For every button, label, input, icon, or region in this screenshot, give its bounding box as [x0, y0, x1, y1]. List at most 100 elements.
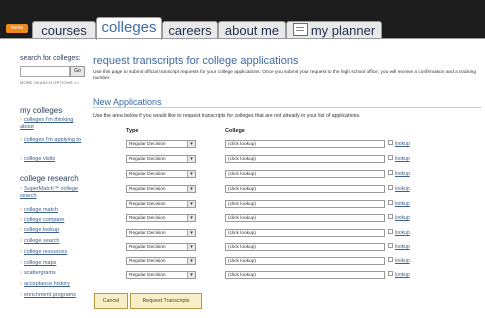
sidebar-link[interactable]: college lookup: [24, 227, 59, 233]
sidebar-link[interactable]: scattergrams: [24, 270, 56, 276]
college-field[interactable]: (click lookup): [225, 214, 385, 222]
sidebar-item-college-resources[interactable]: › college resources: [20, 249, 67, 256]
lookup-link[interactable]: lookup: [388, 229, 410, 237]
lookup-icon: [388, 243, 393, 248]
college-field[interactable]: (click lookup): [225, 243, 385, 251]
type-select[interactable]: Regular Decision ▾: [126, 257, 196, 265]
sidebar-link[interactable]: colleges I'm thinking about: [20, 117, 73, 130]
page-description: Use this page to submit official transcr…: [93, 70, 476, 81]
tab-my-planner[interactable]: my planner: [286, 21, 382, 39]
sidebar-item-enrichment-programs[interactable]: › enrichment programs: [20, 292, 80, 299]
sidebar-item-supermatch[interactable]: › SuperMatch™ college search: [20, 186, 88, 200]
lookup-link[interactable]: lookup: [388, 170, 410, 178]
lookup-label: lookup: [395, 171, 410, 177]
column-header-type: Type: [126, 128, 139, 134]
type-select[interactable]: Regular Decision ▾: [126, 243, 196, 251]
type-select[interactable]: Regular Decision ▾: [126, 170, 196, 178]
sidebar-link[interactable]: enrichment programs: [24, 292, 76, 298]
arrow-icon: ›: [20, 292, 22, 298]
type-select-value: Regular Decision: [129, 172, 166, 177]
lookup-icon: [388, 214, 393, 219]
sidebar-link[interactable]: college match: [24, 207, 58, 213]
lookup-link[interactable]: lookup: [388, 185, 410, 193]
lookup-link[interactable]: lookup: [388, 200, 410, 208]
lookup-link[interactable]: lookup: [388, 243, 410, 251]
chevron-down-icon: ▾: [187, 215, 195, 221]
go-button[interactable]: Go: [70, 66, 85, 77]
sidebar-item-applying-to[interactable]: › colleges I'm applying to: [20, 137, 88, 144]
arrow-icon: ›: [20, 207, 22, 213]
sidebar-item-scattergrams[interactable]: › scattergrams: [20, 270, 56, 277]
cancel-button[interactable]: Cancel: [94, 293, 128, 309]
tab-colleges[interactable]: colleges: [96, 17, 162, 40]
arrow-icon: ›: [20, 260, 22, 266]
tab-about-me[interactable]: about me: [218, 21, 286, 39]
sidebar-item-thinking-about[interactable]: › colleges I'm thinking about: [20, 117, 88, 131]
chevron-down-icon: ▾: [187, 244, 195, 250]
type-select[interactable]: Regular Decision ▾: [126, 271, 196, 279]
more-search-options-link[interactable]: MORE SEARCH OPTIONS >>: [20, 80, 79, 85]
lookup-link[interactable]: lookup: [388, 257, 410, 265]
sidebar-item-college-match[interactable]: › college match: [20, 207, 58, 214]
type-select-value: Regular Decision: [129, 231, 166, 236]
college-search-input[interactable]: [20, 66, 70, 77]
college-field[interactable]: (click lookup): [225, 257, 385, 265]
college-field[interactable]: (click lookup): [225, 140, 385, 148]
sidebar-link[interactable]: college search: [24, 238, 59, 244]
sidebar-link[interactable]: college visits: [24, 156, 55, 162]
sidebar-item-acceptance-history[interactable]: › acceptance history: [20, 281, 70, 288]
tab-courses[interactable]: courses: [32, 21, 96, 39]
college-field[interactable]: (click lookup): [225, 229, 385, 237]
lookup-icon: [388, 185, 393, 190]
sidebar-link[interactable]: acceptance history: [24, 281, 70, 287]
type-select-value: Regular Decision: [129, 142, 166, 147]
type-select-value: Regular Decision: [129, 273, 166, 278]
sidebar-link[interactable]: college resources: [24, 249, 67, 255]
arrow-icon: ›: [20, 249, 22, 255]
tab-careers[interactable]: careers: [162, 21, 218, 39]
type-select[interactable]: Regular Decision ▾: [126, 214, 196, 222]
chevron-down-icon: ▾: [187, 141, 195, 147]
sidebar-link[interactable]: colleges I'm applying to: [24, 137, 81, 143]
type-select-value: Regular Decision: [129, 216, 166, 221]
sidebar-item-college-visits[interactable]: › college visits: [20, 156, 88, 163]
college-field[interactable]: (click lookup): [225, 170, 385, 178]
type-select[interactable]: Regular Decision ▾: [126, 229, 196, 237]
lookup-label: lookup: [395, 201, 410, 207]
lookup-label: lookup: [395, 141, 410, 147]
sidebar-link[interactable]: SuperMatch™ college search: [20, 186, 78, 199]
type-select-value: Regular Decision: [129, 187, 166, 192]
type-select[interactable]: Regular Decision ▾: [126, 155, 196, 163]
lookup-icon: [388, 140, 393, 145]
chevron-down-icon: ▾: [187, 258, 195, 264]
lookup-link[interactable]: lookup: [388, 155, 410, 163]
college-field[interactable]: (click lookup): [225, 271, 385, 279]
type-select[interactable]: Regular Decision ▾: [126, 185, 196, 193]
type-select[interactable]: Regular Decision ▾: [126, 200, 196, 208]
lookup-link[interactable]: lookup: [388, 214, 410, 222]
planner-icon: [292, 23, 308, 36]
type-select-value: Regular Decision: [129, 245, 166, 250]
home-button[interactable]: home: [6, 24, 28, 33]
type-select-value: Regular Decision: [129, 157, 166, 162]
sidebar-link[interactable]: college maps: [24, 260, 56, 266]
sidebar-link[interactable]: college compare: [24, 217, 64, 223]
tab-my-planner-label: my planner: [310, 23, 376, 38]
request-transcripts-button[interactable]: Request Transcripts: [130, 293, 202, 309]
lookup-label: lookup: [395, 156, 410, 162]
college-field[interactable]: (click lookup): [225, 155, 385, 163]
lookup-icon: [388, 155, 393, 160]
sidebar-item-college-lookup[interactable]: › college lookup: [20, 227, 59, 234]
college-field[interactable]: (click lookup): [225, 200, 385, 208]
chevron-down-icon: ▾: [187, 230, 195, 236]
lookup-icon: [388, 229, 393, 234]
lookup-link[interactable]: lookup: [388, 271, 410, 279]
sidebar-item-college-compare[interactable]: › college compare: [20, 217, 64, 224]
lookup-link[interactable]: lookup: [388, 140, 410, 148]
college-field[interactable]: (click lookup): [225, 185, 385, 193]
college-research-heading: college research: [20, 174, 79, 183]
type-select[interactable]: Regular Decision ▾: [126, 140, 196, 148]
arrow-icon: ›: [20, 238, 22, 244]
sidebar-item-college-maps[interactable]: › college maps: [20, 260, 56, 267]
sidebar-item-college-search[interactable]: › college search: [20, 238, 59, 245]
